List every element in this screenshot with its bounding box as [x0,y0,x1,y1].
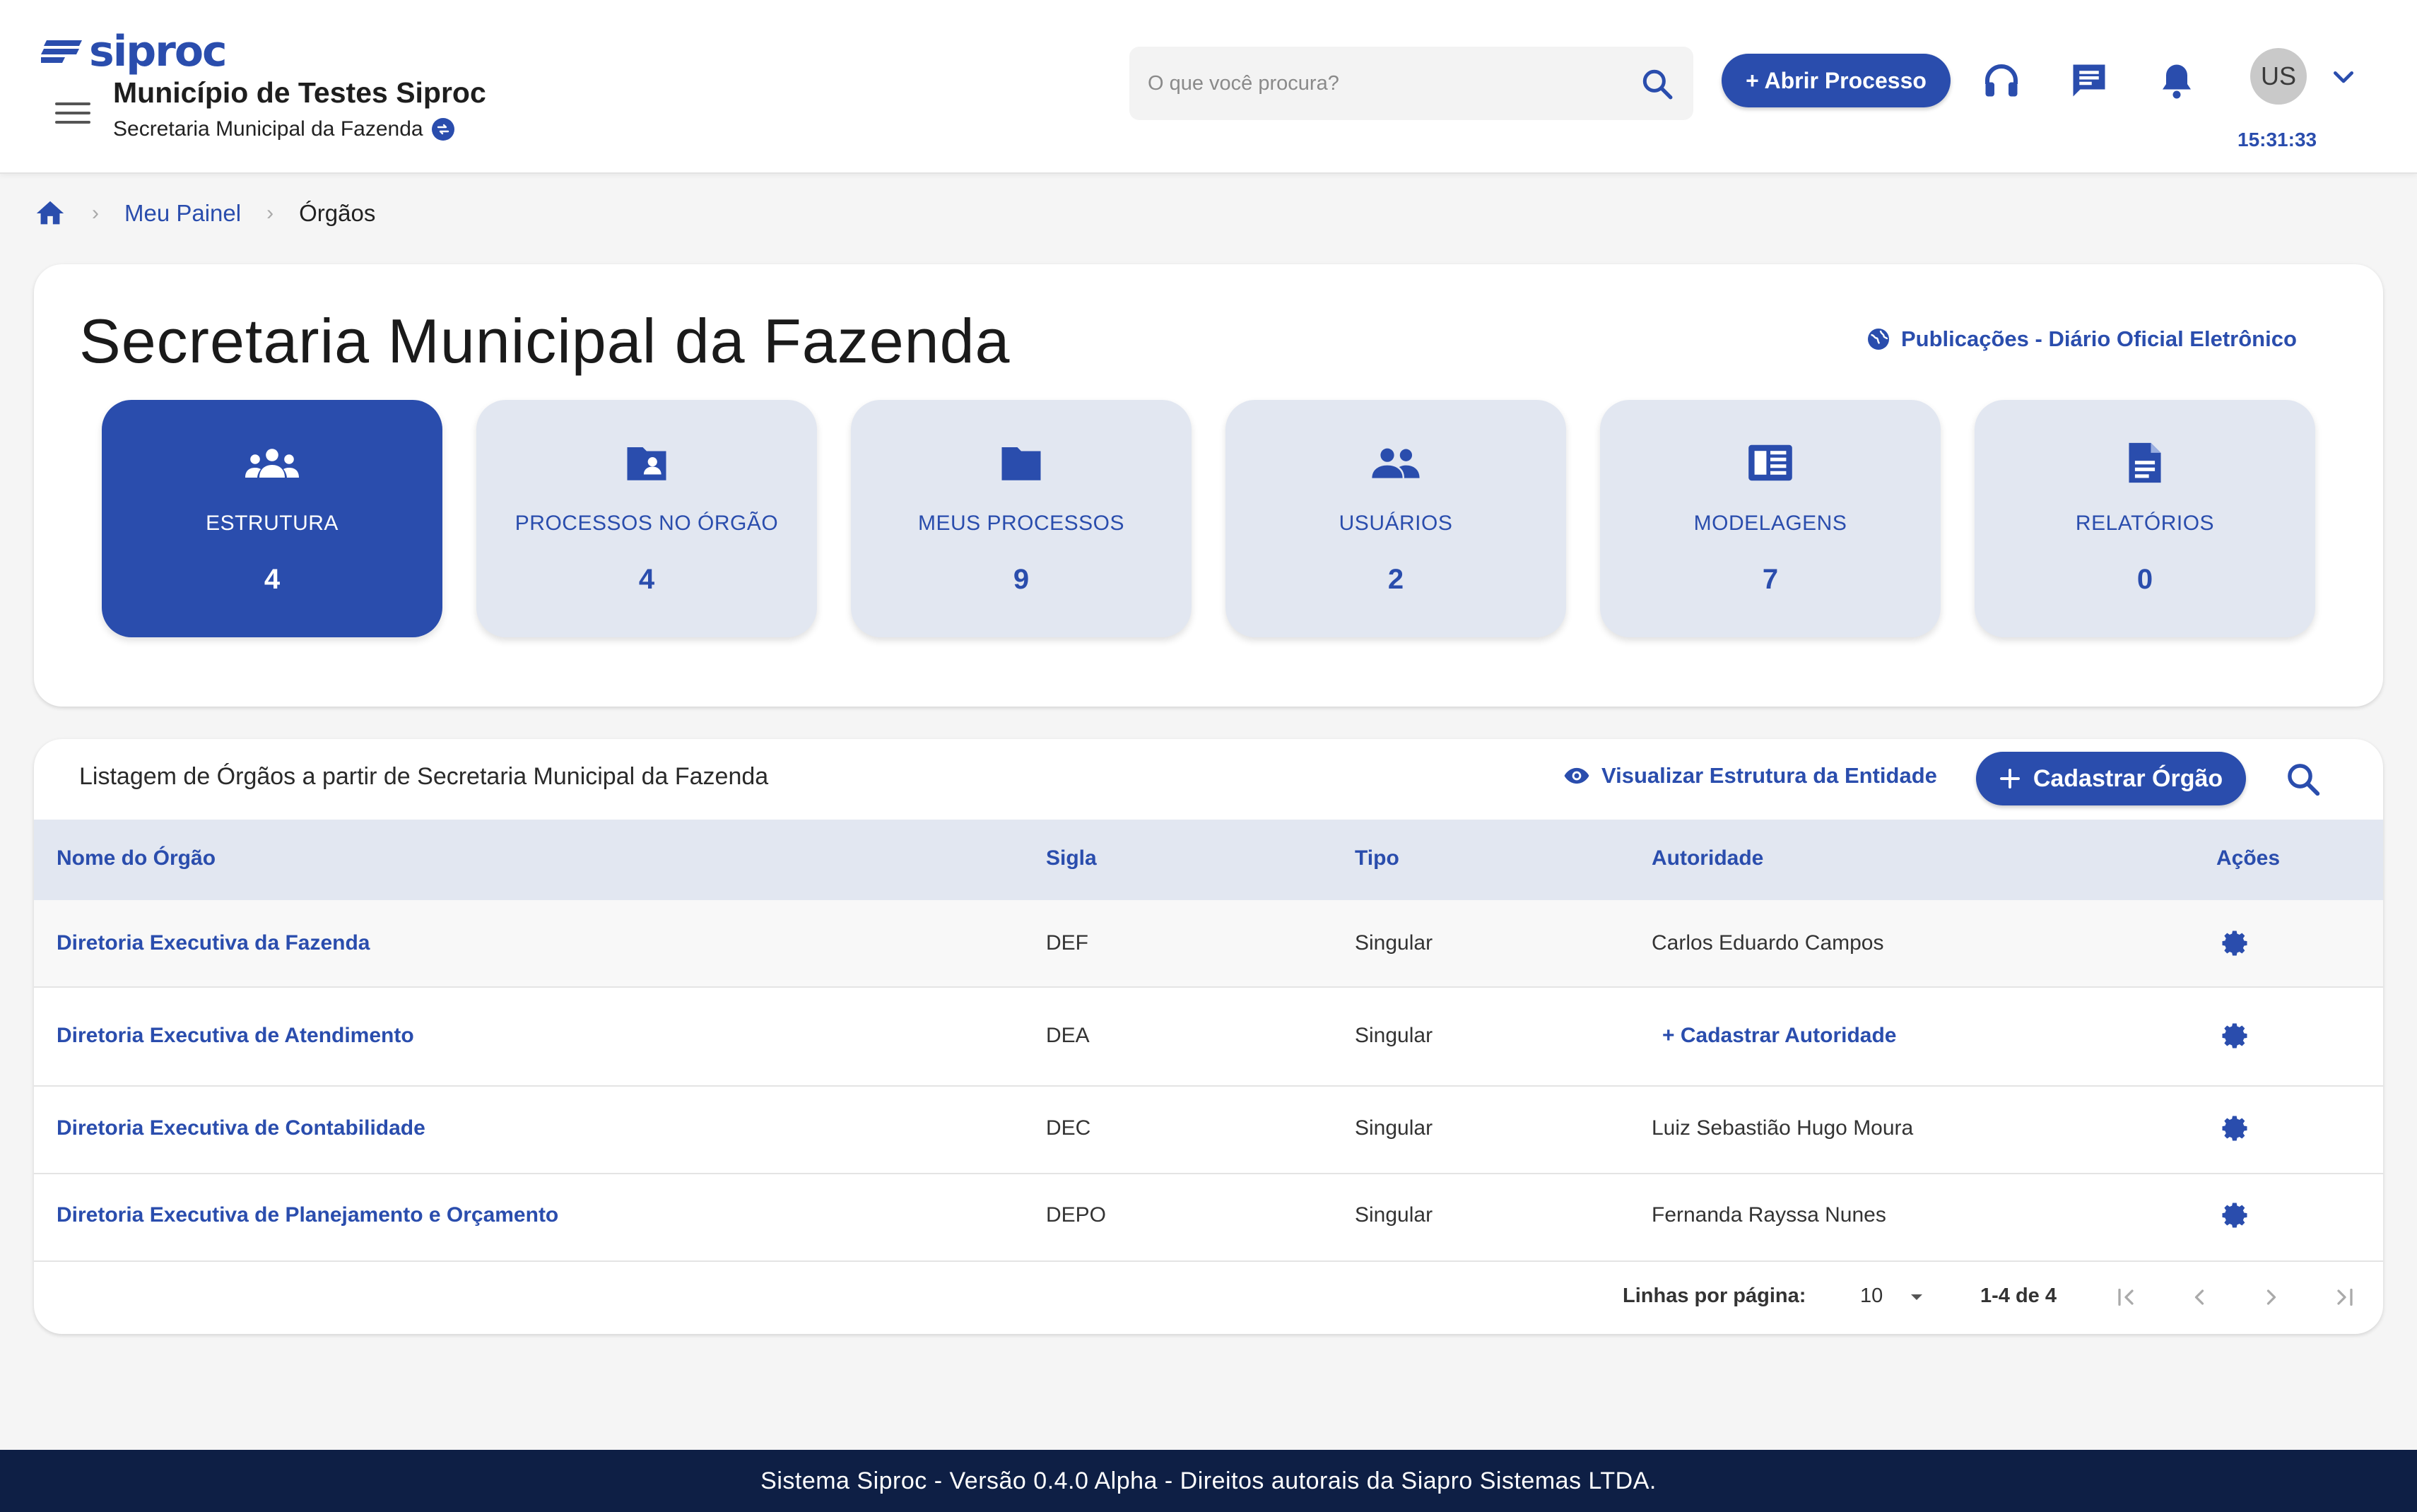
orgao-name-link[interactable]: Diretoria Executiva de Contabilidade [57,1116,425,1140]
logo-text: siproc [89,27,228,76]
department-name: Secretaria Municipal da Fazenda [113,117,454,141]
chat-icon[interactable] [2068,59,2110,102]
gear-icon[interactable] [2221,1201,2249,1229]
rows-per-page-select[interactable]: 10 [1860,1284,1883,1308]
tile-label: MODELAGENS [1693,512,1847,535]
column-header-name[interactable]: Nome do Órgão [57,846,216,870]
gear-icon[interactable] [2221,1022,2249,1050]
orgao-name-link[interactable]: Diretoria Executiva de Planejamento e Or… [57,1203,558,1227]
table-header [34,820,2383,900]
municipality-name: Município de Testes Siproc [113,76,486,109]
autoridade-cell: Luiz Sebastião Hugo Moura [1652,1116,1914,1140]
publications-link[interactable]: Publicações - Diário Oficial Eletrônico [1866,326,2297,352]
tile-count: 7 [1762,564,1779,595]
breadcrumb-separator: › [92,201,99,225]
tipo-cell: Singular [1355,1203,1433,1227]
menu-icon[interactable] [55,102,90,126]
headset-icon[interactable] [1980,59,2023,102]
sigla-cell: DEC [1046,1116,1091,1140]
table-row[interactable] [34,900,2383,988]
add-authority-link[interactable]: + Cadastrar Autoridade [1662,1024,1896,1048]
tipo-cell: Singular [1355,1024,1433,1047]
tile-label: ESTRUTURA [206,512,339,535]
logo[interactable]: siproc [41,27,228,76]
autoridade-cell: Carlos Eduardo Campos [1652,931,1884,955]
globe-icon [1868,329,1889,350]
folder-icon [993,438,1049,488]
search-icon[interactable] [1640,66,1675,102]
footer-text: Sistema Siproc - Versão 0.4.0 Alpha - Di… [760,1467,1657,1494]
open-process-button[interactable]: + Abrir Processo [1722,54,1951,107]
user-avatar[interactable]: US [2250,48,2307,105]
tile-label: MEUS PROCESSOS [917,512,1125,535]
tile-meus-processos[interactable]: MEUS PROCESSOS 9 [851,400,1192,637]
search-input[interactable] [1148,65,1614,102]
rows-per-page-label: Linhas por página: [1623,1284,1806,1307]
folder-shared-icon [618,438,675,488]
tile-label: USUÁRIOS [1339,512,1453,535]
global-search [1129,47,1693,120]
plus-icon [1999,769,2020,789]
sigla-cell: DEA [1046,1024,1090,1047]
logo-mark-icon [41,40,82,63]
newspaper-icon [1742,438,1799,488]
tile-label: RELATÓRIOS [2075,512,2215,535]
tile-processos-no-orgao[interactable]: PROCESSOS NO ÓRGÃO 4 [476,400,817,637]
column-header-autoridade[interactable]: Autoridade [1652,846,1763,870]
first-page-icon[interactable] [2113,1284,2139,1310]
tile-label: PROCESSOS NO ÓRGÃO [514,512,779,535]
orgao-name-link[interactable]: Diretoria Executiva da Fazenda [57,931,370,955]
tile-relatorios[interactable]: RELATÓRIOS 0 [1975,400,2315,637]
column-header-sigla[interactable]: Sigla [1046,846,1097,870]
people-icon [1368,438,1424,488]
tile-count: 4 [638,564,655,595]
tile-estrutura[interactable]: ESTRUTURA 4 [102,400,442,637]
add-orgao-label: Cadastrar Órgão [2033,764,2223,792]
tile-count: 0 [2136,564,2153,595]
tipo-cell: Singular [1355,931,1433,955]
listing-title: Listagem de Órgãos a partir de Secretari… [79,763,769,790]
breadcrumb-meu-painel[interactable]: Meu Painel [124,200,241,227]
chevron-down-icon[interactable] [2328,64,2359,92]
pagination-range: 1-4 de 4 [1980,1284,2057,1307]
tipo-cell: Singular [1355,1116,1433,1140]
eye-icon [1564,767,1589,784]
next-page-icon[interactable] [2259,1284,2284,1310]
column-header-acoes: Ações [2216,846,2281,870]
tile-modelagens[interactable]: MODELAGENS 7 [1600,400,1941,637]
sigla-cell: DEPO [1046,1203,1107,1227]
clock: 15:31:33 [2237,129,2317,150]
groups-icon [244,438,300,488]
column-header-tipo[interactable]: Tipo [1355,846,1399,870]
view-structure-link[interactable]: Visualizar Estrutura da Entidade [1563,763,1937,789]
publications-label: Publicações - Diário Oficial Eletrônico [1901,326,2297,351]
department-label: Secretaria Municipal da Fazenda [113,117,423,141]
document-icon [2117,438,2173,488]
bell-icon[interactable] [2156,59,2198,102]
prev-page-icon[interactable] [2187,1284,2212,1310]
orgao-name-link[interactable]: Diretoria Executiva de Atendimento [57,1024,414,1048]
view-structure-label: Visualizar Estrutura da Entidade [1601,763,1937,788]
autoridade-cell: Fernanda Rayssa Nunes [1652,1203,1886,1227]
add-orgao-button[interactable]: Cadastrar Órgão [1976,752,2246,805]
gear-icon[interactable] [2221,929,2249,957]
sigla-cell: DEF [1046,931,1088,955]
caret-down-icon[interactable] [1905,1286,1928,1309]
breadcrumb-current: Órgãos [299,200,376,226]
tile-usuarios[interactable]: USUÁRIOS 2 [1225,400,1566,637]
breadcrumb: › Meu Painel › Órgãos [34,192,375,235]
last-page-icon[interactable] [2332,1284,2358,1310]
tile-count: 4 [264,564,281,595]
page-title: Secretaria Municipal da Fazenda [79,306,1011,376]
footer: Sistema Siproc - Versão 0.4.0 Alpha - Di… [0,1450,2417,1512]
tile-count: 2 [1387,564,1404,595]
breadcrumb-separator: › [266,201,274,225]
swap-icon[interactable] [431,118,454,141]
search-icon[interactable] [2284,760,2322,798]
tile-count: 9 [1013,564,1030,595]
home-icon[interactable] [34,197,66,230]
gear-icon[interactable] [2221,1114,2249,1142]
